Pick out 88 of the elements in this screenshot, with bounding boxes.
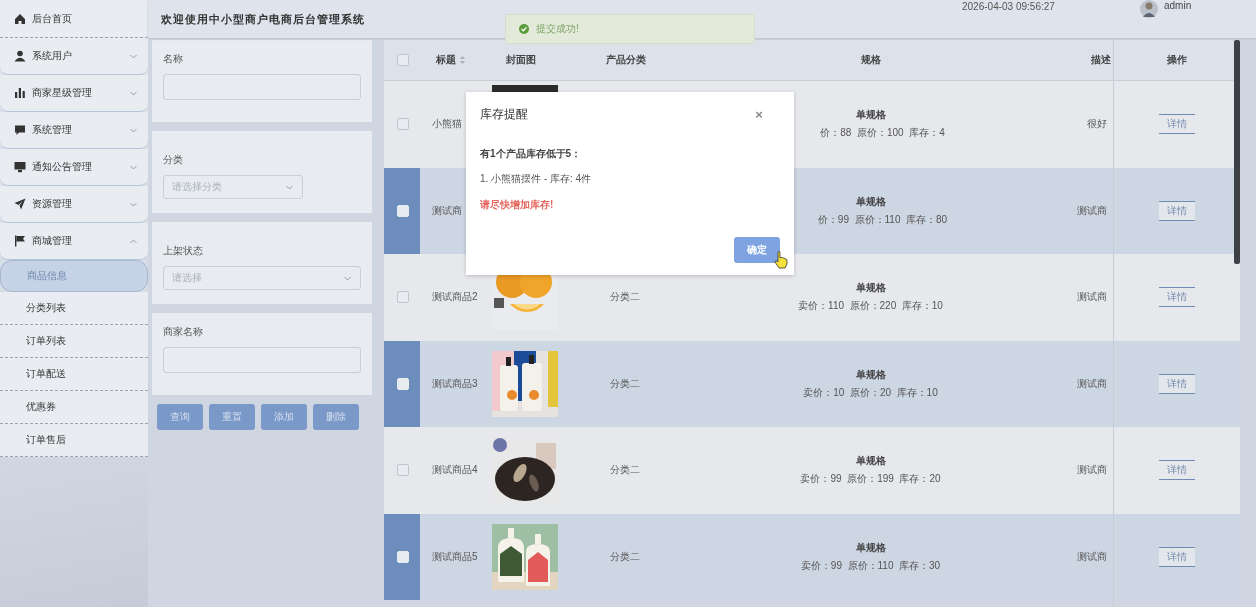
table-cell-text: 分类二 bbox=[609, 464, 640, 476]
table-cell-text: 测试商 bbox=[1077, 464, 1108, 476]
column-header: 操作 bbox=[1166, 54, 1187, 65]
table-cell-text: 分类二 bbox=[609, 377, 640, 389]
spec-title: 单规格 bbox=[855, 540, 886, 555]
spec-title: 单规格 bbox=[855, 194, 886, 209]
table-cell-text: 测试商品5 bbox=[431, 550, 478, 562]
table-cell-text: 测试商品2 bbox=[431, 291, 478, 303]
spec-text: 价：88 原价：100 库存：4 bbox=[819, 126, 945, 141]
table-cell-text: 测试商 bbox=[1077, 550, 1108, 562]
sidebar-item[interactable]: 系统用户 bbox=[0, 38, 148, 75]
spec-text: 卖价：10 原价：20 库存：10 bbox=[803, 385, 938, 400]
table-cell-text: 分类二 bbox=[609, 550, 640, 562]
avatar-icon bbox=[1140, 0, 1158, 18]
checkbox[interactable] bbox=[397, 291, 409, 304]
details-button[interactable]: 详情 bbox=[1158, 114, 1195, 135]
filter-button[interactable]: 查询 bbox=[157, 404, 203, 430]
details-button[interactable]: 详情 bbox=[1158, 546, 1195, 567]
filter-button[interactable]: 删除 bbox=[313, 404, 359, 430]
table-cell-text: 测试商 bbox=[431, 204, 462, 216]
table-cell-text: 测试商 bbox=[1077, 204, 1108, 216]
close-button[interactable]: × bbox=[736, 101, 782, 127]
spec-title: 单规格 bbox=[855, 108, 886, 123]
table-cell-text: 小熊猫 bbox=[431, 118, 462, 130]
spec-title: 单规格 bbox=[855, 454, 886, 469]
column-header: 规格 bbox=[860, 54, 881, 65]
checkbox[interactable] bbox=[397, 464, 409, 477]
details-button[interactable]: 详情 bbox=[1158, 200, 1195, 221]
send-icon bbox=[14, 198, 26, 210]
sidebar-subitem[interactable]: 商品信息 bbox=[0, 260, 148, 292]
column-header: 描述 bbox=[1091, 54, 1111, 65]
flag-icon bbox=[14, 235, 26, 247]
table-cell-text: 测试商品3 bbox=[431, 377, 478, 389]
warning-text: 请尽快增加库存! bbox=[480, 198, 554, 212]
table-cell-text: 测试商品4 bbox=[431, 464, 478, 476]
spec-text: 卖价：99 原价：199 库存：20 bbox=[800, 472, 941, 487]
success-icon bbox=[519, 24, 529, 34]
field-label: 分类 bbox=[163, 153, 184, 167]
spec-title: 单规格 bbox=[855, 367, 886, 382]
column-header: 封面图 bbox=[506, 54, 536, 65]
details-button[interactable]: 详情 bbox=[1158, 460, 1195, 481]
spec-text: 卖价：99 原价：110 库存：30 bbox=[800, 558, 941, 573]
table-cell-text: 测试商 bbox=[1077, 291, 1108, 303]
sidebar-subitem[interactable]: 分类列表 bbox=[0, 292, 148, 325]
field-label: 上架状态 bbox=[163, 244, 204, 258]
spec-title: 单规格 bbox=[855, 281, 886, 296]
filter-button[interactable]: 添加 bbox=[261, 404, 307, 430]
table-cell-text: 很好 bbox=[1087, 118, 1108, 130]
field-label: 商家名称 bbox=[163, 325, 204, 339]
column-header[interactable]: 标题 bbox=[436, 53, 456, 67]
checkbox[interactable] bbox=[397, 118, 409, 131]
input-field[interactable] bbox=[163, 347, 361, 373]
scrollbar[interactable] bbox=[1234, 40, 1240, 264]
sidebar-subitem[interactable]: 订单配送 bbox=[0, 358, 148, 391]
modal-text: 有1个产品库存低于5： bbox=[480, 147, 582, 161]
table-cell-text: 分类二 bbox=[609, 291, 640, 303]
sidebar-item[interactable]: 商家星级管理 bbox=[0, 75, 148, 112]
sidebar-subitem[interactable]: 优惠券 bbox=[0, 391, 148, 424]
sidebar-item[interactable]: 后台首页 bbox=[0, 0, 148, 38]
column-header: 产品分类 bbox=[606, 54, 646, 65]
toast-message: 提交成功! bbox=[536, 22, 579, 36]
stock-item: 1. 小熊猫摆件 - 库存: 4件 bbox=[480, 172, 592, 186]
hand-cursor-icon bbox=[774, 251, 788, 269]
details-button[interactable]: 详情 bbox=[1158, 373, 1195, 394]
filter-button[interactable]: 重置 bbox=[209, 404, 255, 430]
field-label: 名称 bbox=[163, 52, 184, 66]
monitor-icon bbox=[14, 161, 26, 173]
spec-text: 价：99 原价：110 库存：80 bbox=[816, 212, 948, 227]
sort-icon bbox=[459, 55, 466, 65]
details-button[interactable]: 详情 bbox=[1158, 287, 1195, 308]
sidebar-item[interactable]: 商城管理 bbox=[0, 223, 148, 260]
input-field[interactable] bbox=[163, 74, 361, 100]
confirm-button[interactable]: 确定 bbox=[734, 237, 780, 263]
home-icon bbox=[14, 12, 26, 25]
sidebar-item[interactable]: 系统管理 bbox=[0, 112, 148, 149]
sidebar-subitem[interactable]: 订单售后 bbox=[0, 424, 148, 457]
datetime-text: 2026-04-03 09:56:27 bbox=[962, 1, 1055, 12]
user-icon bbox=[14, 50, 26, 62]
checkbox[interactable] bbox=[397, 54, 409, 66]
bar-chart-icon bbox=[14, 87, 26, 99]
spec-text: 卖价：110 原价：220 库存：10 bbox=[798, 299, 943, 314]
table-cell-text: 测试商 bbox=[1077, 377, 1108, 389]
sidebar-subitem[interactable]: 订单列表 bbox=[0, 325, 148, 358]
sidebar-item[interactable]: 资源管理 bbox=[0, 186, 148, 223]
username[interactable]: admin bbox=[1164, 0, 1192, 11]
header-title: 欢迎使用中小型商户电商后台管理系统 bbox=[161, 11, 365, 27]
sidebar-item[interactable]: 通知公告管理 bbox=[0, 149, 148, 186]
chat-icon bbox=[14, 124, 26, 136]
